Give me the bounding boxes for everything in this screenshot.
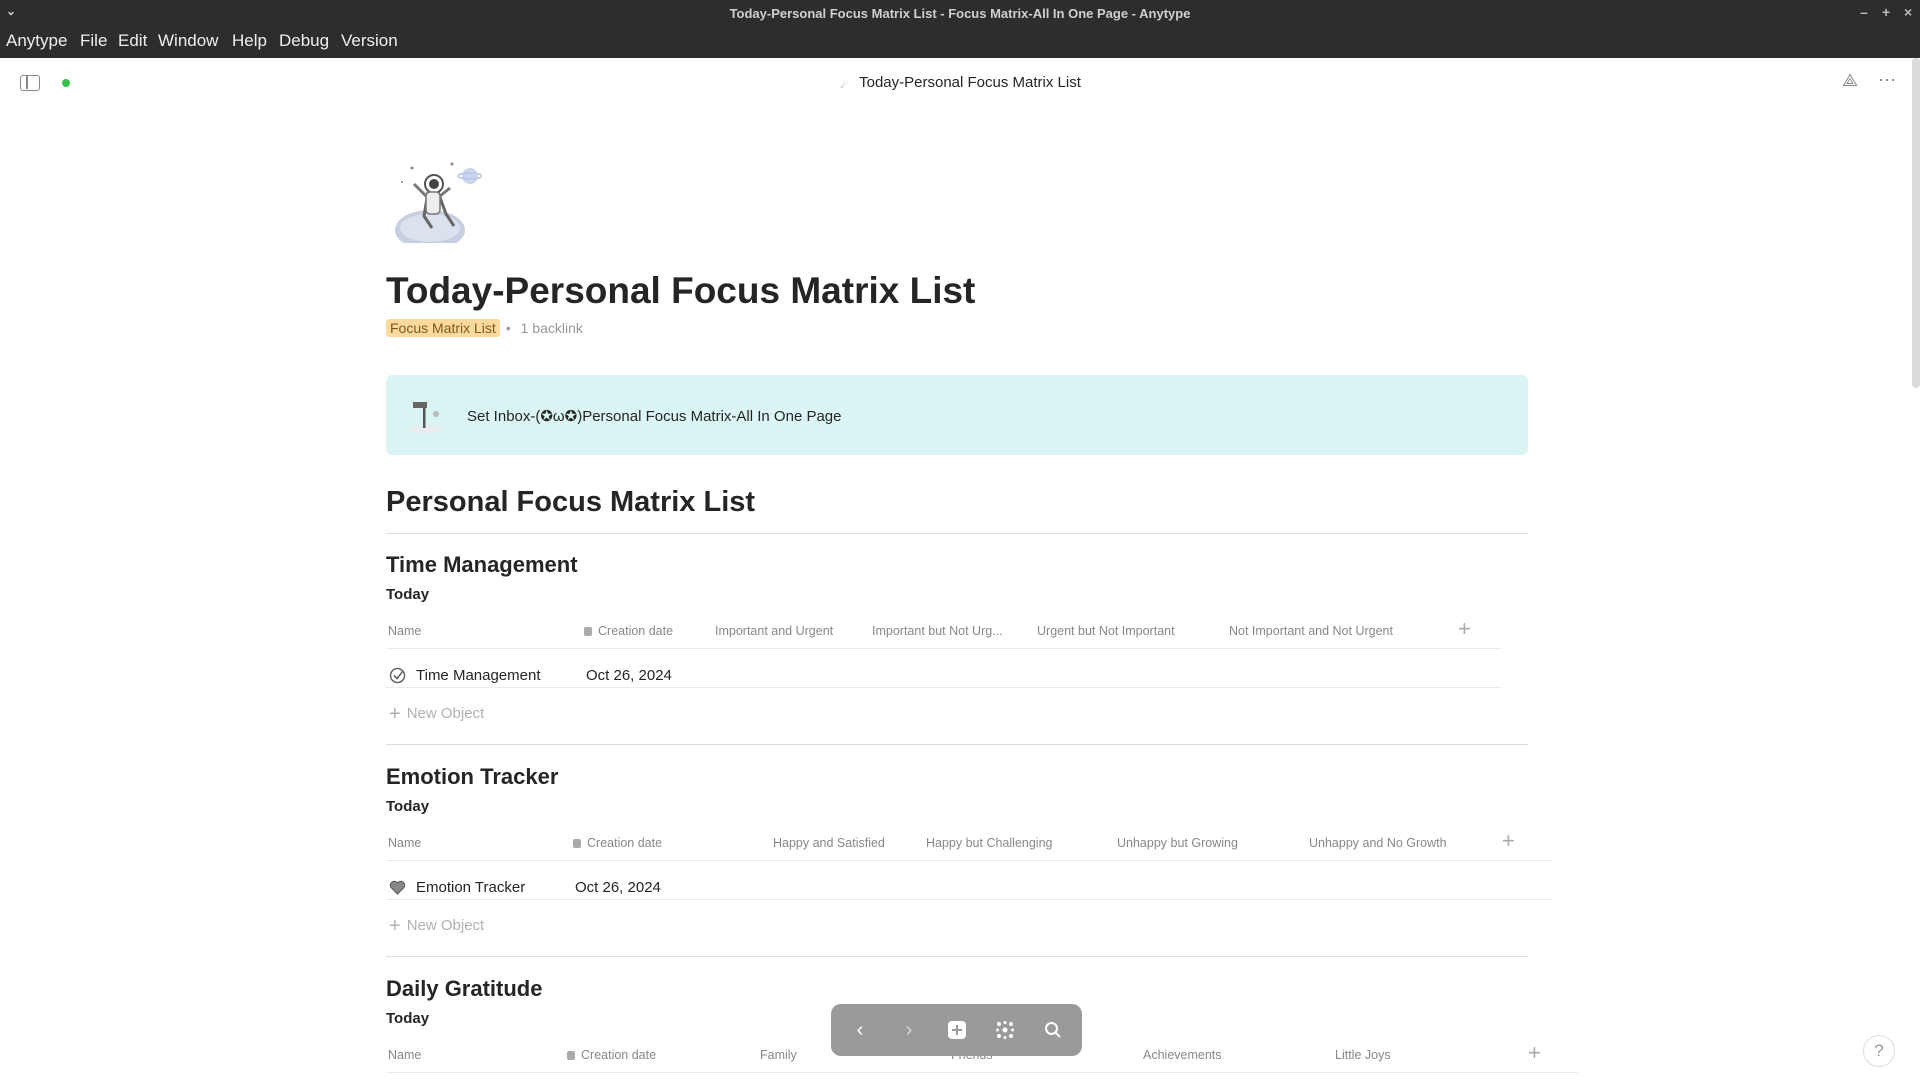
divider [386, 533, 1528, 534]
column-little-joys[interactable]: Little Joys [1335, 1048, 1391, 1062]
add-column-plus-icon[interactable]: + [1528, 1040, 1541, 1066]
scrollbar[interactable] [1912, 58, 1920, 388]
window-title: Today-Personal Focus Matrix List - Focus… [729, 6, 1191, 21]
plus-icon[interactable] [944, 1017, 970, 1043]
header-title-text: Today-Personal Focus Matrix List [859, 74, 1081, 91]
table-row-name[interactable]: Time Management [416, 667, 541, 684]
column-important-not-urgent[interactable]: Important but Not Urg... [872, 624, 1003, 638]
menu-version[interactable]: Version [341, 31, 398, 51]
view-tab-today[interactable]: Today [386, 798, 429, 815]
column-urgent-not-important[interactable]: Urgent but Not Important [1037, 624, 1175, 638]
column-not-important-not-urgent[interactable]: Not Important and Not Urgent [1229, 624, 1393, 638]
table-row-name[interactable]: Emotion Tracker [416, 879, 525, 896]
section-heading[interactable]: Personal Focus Matrix List [386, 486, 755, 519]
column-creation-date-label: Creation date [598, 624, 674, 638]
menu-edit[interactable]: Edit [118, 31, 147, 51]
heart-icon [389, 880, 406, 895]
callout-block[interactable]: Set Inbox-(✪ω✪)Personal Focus Matrix-All… [386, 375, 1528, 455]
forward-icon[interactable]: › [896, 1017, 922, 1043]
page-header: ☄ Today-Personal Focus Matrix List ⟁ ⋯ [0, 58, 1920, 108]
plus-icon: + [389, 703, 401, 725]
help-button[interactable]: ? [1863, 1035, 1895, 1067]
lock-icon [573, 839, 581, 848]
menubar: Anytype File Edit Window Help Debug Vers… [0, 28, 1920, 58]
page-meta: Focus Matrix List • 1 backlink [386, 319, 583, 337]
divider [386, 744, 1528, 745]
column-creation-date-label: Creation date [581, 1048, 657, 1062]
plus-icon: + [389, 915, 401, 937]
column-unhappy-growing[interactable]: Unhappy but Growing [1117, 836, 1238, 850]
column-creation-date[interactable]: Creation date [573, 836, 662, 850]
search-icon[interactable] [1040, 1017, 1066, 1043]
set-title-daily-gratitude[interactable]: Daily Gratitude [386, 976, 542, 1002]
row-divider [386, 860, 1552, 861]
column-happy-challenging[interactable]: Happy but Challenging [926, 836, 1052, 850]
island-signpost-icon [408, 402, 444, 433]
new-object-button[interactable]: + New Object [389, 703, 484, 726]
column-name[interactable]: Name [388, 836, 421, 850]
menu-file[interactable]: File [80, 31, 107, 51]
window-titlebar: ⌄ Today-Personal Focus Matrix List - Foc… [0, 0, 1920, 28]
add-column-plus-icon[interactable]: + [1458, 616, 1471, 642]
column-name[interactable]: Name [388, 1048, 421, 1062]
menu-window[interactable]: Window [158, 31, 218, 51]
new-object-button[interactable]: + New Object [389, 915, 484, 938]
view-tab-today[interactable]: Today [386, 1010, 429, 1027]
set-title-emotion-tracker[interactable]: Emotion Tracker [386, 764, 558, 790]
meta-separator: • [505, 320, 511, 336]
menu-debug[interactable]: Debug [279, 31, 329, 51]
lock-icon [567, 1051, 575, 1060]
table-row-date[interactable]: Oct 26, 2024 [586, 667, 672, 684]
view-tab-today[interactable]: Today [386, 586, 429, 603]
add-column-plus-icon[interactable]: + [1502, 828, 1515, 854]
minimize-icon[interactable]: – [1860, 4, 1868, 20]
app-body: ☄ Today-Personal Focus Matrix List ⟁ ⋯ To… [0, 58, 1920, 1080]
menu-help[interactable]: Help [232, 31, 267, 51]
column-happy-satisfied[interactable]: Happy and Satisfied [773, 836, 885, 850]
row-divider [386, 899, 1552, 900]
column-creation-date[interactable]: Creation date [567, 1048, 656, 1062]
lock-icon [584, 627, 592, 636]
back-icon[interactable]: ‹ [847, 1017, 873, 1043]
row-divider [386, 687, 1502, 688]
row-divider [386, 648, 1502, 649]
object-type-tag[interactable]: Focus Matrix List [386, 319, 500, 337]
table-row-date[interactable]: Oct 26, 2024 [575, 879, 661, 896]
column-family[interactable]: Family [760, 1048, 797, 1062]
header-title[interactable]: ☄ Today-Personal Focus Matrix List [0, 74, 1920, 91]
graph-icon[interactable] [992, 1017, 1018, 1043]
row-divider [386, 1072, 1578, 1073]
column-creation-date-label: Creation date [587, 836, 663, 850]
column-creation-date[interactable]: Creation date [584, 624, 673, 638]
backlinks-count[interactable]: 1 backlink [521, 320, 583, 336]
column-name[interactable]: Name [388, 624, 421, 638]
graph-share-icon[interactable]: ⟁ [1842, 70, 1858, 91]
callout-link[interactable]: Set Inbox-(✪ω✪)Personal Focus Matrix-All… [467, 407, 842, 425]
column-unhappy-no-growth[interactable]: Unhappy and No Growth [1309, 836, 1447, 850]
checkmark-circle-icon [389, 667, 406, 684]
column-achievements[interactable]: Achievements [1143, 1048, 1222, 1062]
menu-anytype[interactable]: Anytype [6, 31, 67, 51]
maximize-icon[interactable]: + [1882, 4, 1890, 20]
column-important-urgent[interactable]: Important and Urgent [715, 624, 833, 638]
page-title[interactable]: Today-Personal Focus Matrix List [386, 270, 975, 312]
bottom-navbar: ‹ › [831, 1004, 1082, 1056]
new-object-label: New Object [406, 705, 485, 722]
new-object-label: New Object [406, 917, 485, 934]
page-mini-icon: ☄ [840, 79, 851, 91]
more-options-icon[interactable]: ⋯ [1878, 70, 1896, 91]
close-icon[interactable]: × [1904, 4, 1912, 20]
divider [386, 956, 1528, 957]
set-title-time-management[interactable]: Time Management [386, 552, 578, 578]
astronaut-icon[interactable] [392, 158, 482, 243]
